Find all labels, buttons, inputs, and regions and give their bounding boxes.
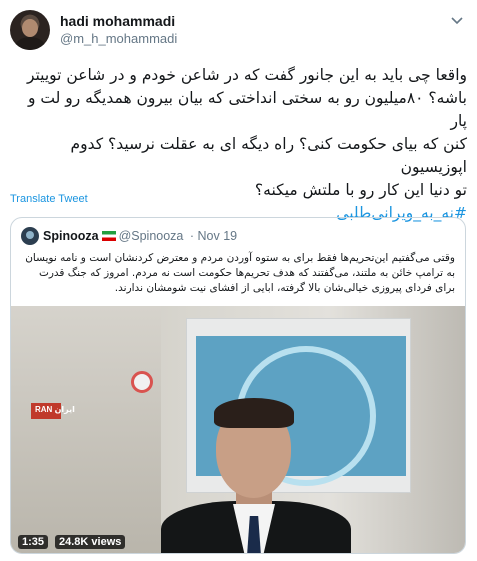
author-display-name[interactable]: hadi mohammadi <box>60 13 175 29</box>
quoted-author-name[interactable]: Spinooza <box>43 229 99 243</box>
tweet-header: hadi mohammadi @m_h_mohammadi <box>10 10 467 50</box>
video-player[interactable]: RAN ایران 1:35 24.8K views <box>11 306 465 553</box>
video-view-count: 24.8K views <box>55 535 126 549</box>
avatar-body <box>15 37 45 50</box>
speaker-hair <box>214 398 294 428</box>
quoted-tweet-card[interactable]: Spinooza @Spinooza · Nov 19 وقتی می‌گفتیم… <box>10 217 466 554</box>
quoted-tweet-header: Spinooza @Spinooza · Nov 19 <box>21 227 237 245</box>
translate-tweet-link[interactable]: Translate Tweet <box>10 193 88 205</box>
chevron-down-icon[interactable] <box>449 12 465 28</box>
video-duration: 1:35 <box>18 535 49 549</box>
video-background-wall <box>11 306 161 553</box>
iran-flag-icon <box>101 231 116 241</box>
tweet-line: کنن که بیای حکومت کنی؟ راه دیگه ای به عق… <box>70 135 467 176</box>
no-sign-icon <box>131 371 153 393</box>
avatar-face <box>22 19 38 37</box>
author-avatar[interactable] <box>10 10 50 50</box>
quoted-author-handle[interactable]: @Spinooza <box>119 229 184 243</box>
channel-logo-text: RAN ایران <box>35 405 75 414</box>
tweet-line: باشه؟ ۸۰میلیون رو به سختی انداختی که بیا… <box>27 89 467 130</box>
quoted-tweet-date[interactable]: · Nov 19 <box>190 229 237 243</box>
tweet-line: واقعا چی باید به این جانور گفت که در شاع… <box>26 66 467 84</box>
quoted-tweet-text: وقتی می‌گفتیم این‌تحریم‌ها فقط برای به س… <box>25 252 455 294</box>
quoted-author-avatar[interactable] <box>21 227 39 245</box>
author-handle[interactable]: @m_h_mohammadi <box>60 31 177 46</box>
